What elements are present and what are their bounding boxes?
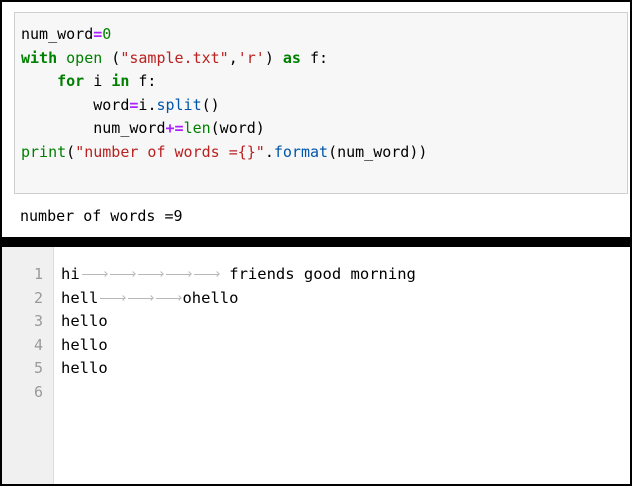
- code-token: =: [93, 25, 103, 43]
- code-token: num_word: [21, 119, 166, 137]
- code-line: num_word+=len(word): [21, 117, 427, 141]
- code-token: word: [21, 95, 130, 114]
- tab-arrow-icon: [108, 263, 136, 287]
- line-number: 2: [33, 288, 43, 307]
- editor-text: hell: [61, 288, 99, 307]
- output-area: number of words =9: [2, 194, 630, 237]
- code-line: with open ("sample.txt",'r') as f:: [21, 47, 427, 71]
- code-line: print("number of words ={}".format(num_w…: [21, 141, 427, 165]
- code-token: (: [102, 48, 121, 67]
- code-token: i: [84, 72, 112, 90]
- code-token: with: [21, 48, 58, 67]
- tab-arrow-icon: [98, 287, 126, 311]
- code-token: f:: [300, 48, 329, 67]
- code-token: .: [264, 142, 274, 161]
- editor-text: hello: [61, 335, 108, 354]
- code-line: num_word=0: [21, 23, 427, 47]
- code-token: 'r': [237, 48, 265, 67]
- code-line: for i in f:: [21, 70, 427, 94]
- code-token: as: [282, 48, 301, 67]
- line-number: 1: [33, 265, 43, 283]
- code-token: in: [111, 72, 130, 90]
- code-token: num_word: [21, 25, 94, 43]
- code-token: f:: [129, 72, 157, 90]
- editor-text: hi: [61, 265, 80, 283]
- panel-divider: [2, 237, 630, 247]
- code-token: "sample.txt": [120, 48, 229, 67]
- tab-arrow-icon: [126, 287, 154, 311]
- line-number: 6: [33, 382, 43, 401]
- line-number: 4: [33, 335, 43, 354]
- tab-arrow-icon: [136, 263, 164, 287]
- screenshot-frame: num_word=0 with open ("sample.txt",'r') a…: [2, 2, 630, 484]
- notebook-panel: num_word=0 with open ("sample.txt",'r') a…: [2, 2, 630, 237]
- cell-output: number of words =9: [20, 207, 183, 225]
- code-token: (num_word)): [328, 142, 428, 161]
- tab-arrow-icon: [192, 263, 220, 287]
- code-cell[interactable]: num_word=0 with open ("sample.txt",'r') a…: [14, 12, 628, 194]
- code-editor[interactable]: num_word=0 with open ("sample.txt",'r') a…: [21, 23, 427, 164]
- editor-line[interactable]: hi friends good morning: [61, 263, 416, 287]
- code-token: split: [156, 95, 202, 114]
- code-line: word=i.split(): [21, 94, 427, 118]
- editor-line[interactable]: hello: [61, 310, 108, 334]
- code-token: for: [57, 72, 85, 90]
- code-token: open: [66, 48, 103, 67]
- text-editor[interactable]: 123456 hi friends good morning hell ohello…: [2, 247, 630, 484]
- code-token: (): [201, 95, 220, 114]
- tab-arrow-icon: [164, 263, 192, 287]
- code-token: (word): [210, 119, 265, 137]
- editor-text: ohello: [182, 288, 239, 307]
- code-token: len: [183, 119, 211, 137]
- code-token: "number of words ={}": [75, 142, 265, 161]
- code-token: (: [66, 142, 76, 161]
- editor-text: friends good morning: [219, 265, 416, 283]
- code-token: format: [273, 142, 329, 161]
- line-number: 3: [33, 312, 43, 330]
- code-token: print: [21, 142, 67, 161]
- editor-text: hello: [61, 312, 108, 330]
- code-token: ): [264, 48, 283, 67]
- tab-arrow-icon: [154, 287, 182, 311]
- code-token: 0: [102, 25, 112, 43]
- line-number: 5: [33, 359, 43, 377]
- code-token: ,: [228, 48, 238, 67]
- editor-line[interactable]: hello: [61, 334, 108, 358]
- editor-line[interactable]: hell ohello: [61, 287, 238, 311]
- editor-text: hello: [61, 359, 108, 377]
- code-token: +=: [165, 119, 184, 137]
- editor-line[interactable]: hello: [61, 357, 108, 381]
- tab-arrow-icon: [80, 263, 108, 287]
- line-number-gutter: 1 2 3 4 5 6: [2, 247, 54, 484]
